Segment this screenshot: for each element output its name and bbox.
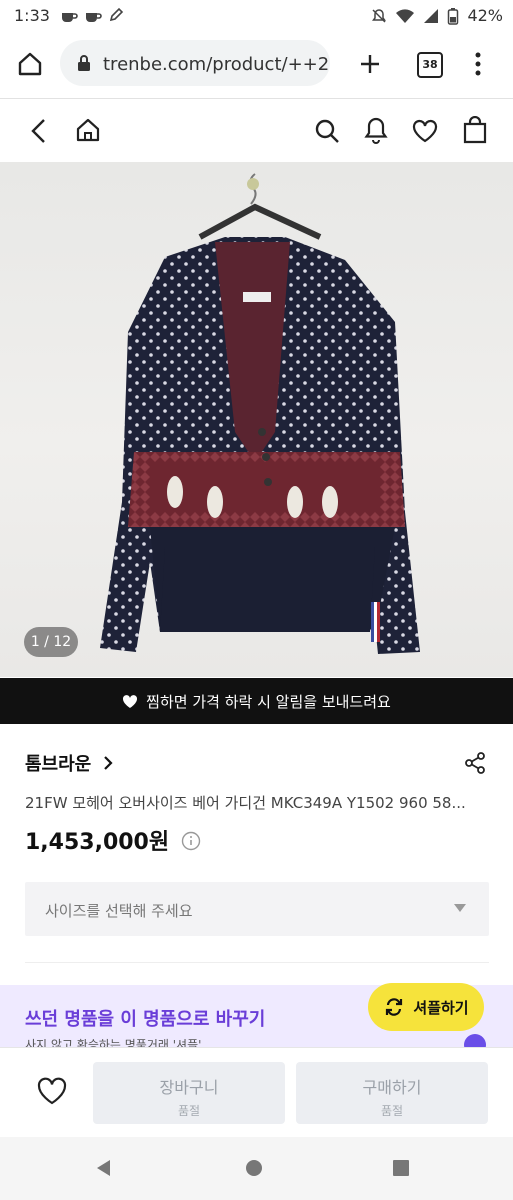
coffee-icon xyxy=(86,13,102,22)
cardigan-photo xyxy=(100,173,420,654)
lock-icon xyxy=(78,55,90,71)
info-icon[interactable] xyxy=(181,831,201,851)
dropdown-arrow-icon xyxy=(454,904,466,912)
notification-icons xyxy=(60,7,124,25)
status-right: 42% xyxy=(371,6,503,25)
home-icon[interactable] xyxy=(74,116,102,144)
wifi-icon xyxy=(396,8,415,23)
back-icon[interactable] xyxy=(28,118,50,144)
add-to-cart-button[interactable]: 장바구니 품절 xyxy=(93,1062,285,1124)
nav-recents-icon[interactable] xyxy=(392,1159,410,1177)
browser-home-icon[interactable] xyxy=(16,50,44,78)
url-text[interactable]: trenbe.com/product/++2 xyxy=(103,54,329,75)
chevron-right-icon xyxy=(103,756,113,770)
cart-label: 장바구니 xyxy=(159,1078,219,1097)
status-time: 1:33 xyxy=(14,6,50,25)
signal-icon xyxy=(424,8,439,23)
size-select-placeholder: 사이즈를 선택해 주세요 xyxy=(45,902,193,920)
battery-icon xyxy=(448,7,459,25)
pencil-icon xyxy=(109,7,124,22)
new-tab-icon[interactable] xyxy=(358,52,382,76)
brand-link[interactable]: 톰브라운 xyxy=(25,750,114,776)
mute-icon xyxy=(372,8,387,23)
buy-label: 구매하기 xyxy=(362,1078,422,1097)
heart-icon[interactable] xyxy=(411,118,439,144)
cart-status: 품절 xyxy=(177,1104,201,1118)
product-image[interactable] xyxy=(0,162,513,677)
wishlist-notify-banner[interactable]: 찜하면 가격 하락 시 알림을 보내드려요 xyxy=(0,678,513,724)
product-name: 21FW 모헤어 오버사이즈 베어 가디건 MKC349A Y1502 960 … xyxy=(25,794,466,812)
image-counter: 1 / 12 xyxy=(24,627,78,657)
bell-icon[interactable] xyxy=(363,116,389,144)
nav-back-icon[interactable] xyxy=(94,1158,114,1178)
share-icon[interactable] xyxy=(463,751,487,775)
brand-name: 톰브라운 xyxy=(25,754,92,775)
browser-menu-icon[interactable] xyxy=(470,51,486,77)
nav-home-icon[interactable] xyxy=(244,1158,264,1178)
notify-text: 찜하면 가격 하락 시 알림을 보내드려요 xyxy=(146,692,391,711)
swap-icon xyxy=(386,998,403,1016)
buy-now-button[interactable]: 구매하기 품절 xyxy=(296,1062,488,1124)
heart-filled-icon xyxy=(123,694,138,708)
wishlist-heart-icon[interactable] xyxy=(36,1076,68,1106)
coffee-icon xyxy=(62,13,78,22)
price-value: 1,453,000원 xyxy=(25,830,170,855)
shuffle-button[interactable]: 셔플하기 xyxy=(368,983,484,1031)
shuffle-button-label: 셔플하기 xyxy=(413,998,469,1017)
search-icon[interactable] xyxy=(314,118,340,144)
tab-count-button[interactable]: 38 xyxy=(417,52,443,78)
promo-title: 쓰던 명품을 이 명품으로 바꾸기 xyxy=(25,1009,266,1030)
product-price: 1,453,000원 xyxy=(25,824,201,856)
buy-status: 품절 xyxy=(380,1104,404,1118)
divider xyxy=(25,962,489,963)
battery-percent: 42% xyxy=(467,6,503,25)
shopping-bag-icon[interactable] xyxy=(462,116,488,144)
